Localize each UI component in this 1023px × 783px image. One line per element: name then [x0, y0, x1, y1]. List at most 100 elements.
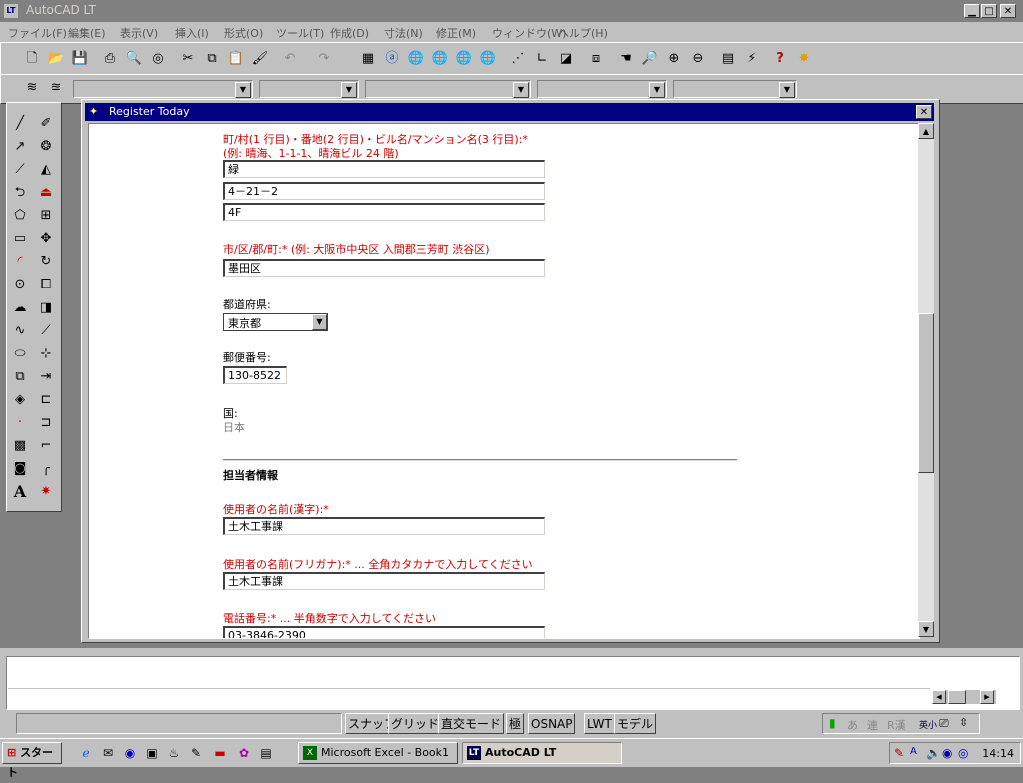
undo-icon[interactable]: ↶ [279, 48, 301, 70]
ime-menu-icon[interactable]: ⇳ [959, 716, 968, 729]
plotstyle-combo[interactable]: ▼ [673, 80, 797, 98]
spline-icon[interactable]: ∿ [9, 320, 31, 342]
menu-format[interactable]: 形式(O) [224, 25, 263, 41]
chevron-down-icon[interactable]: ▼ [779, 82, 795, 98]
chamfer-icon[interactable]: ⌐ [35, 435, 57, 457]
extend-icon[interactable]: ⇥ [35, 366, 57, 388]
postal-input[interactable]: 130-8522 [223, 366, 287, 384]
show-desktop-icon[interactable]: ▣ [144, 745, 160, 761]
wizard-icon[interactable]: ⚡ [741, 48, 763, 70]
minimize-button[interactable]: ▁ [964, 4, 980, 18]
ime-romaji-kanji[interactable]: R漢 [887, 717, 906, 733]
ime-conversion[interactable]: 連 [867, 717, 878, 733]
scroll-up-button[interactable]: ▲ [918, 123, 934, 139]
chevron-down-icon[interactable]: ▼ [513, 82, 529, 98]
quicklaunch-app-8-icon[interactable]: ✿ [236, 745, 252, 761]
quicklaunch-app-7-icon[interactable]: ▬ [212, 745, 228, 761]
maximize-button[interactable]: □ [981, 4, 997, 18]
hatch-icon[interactable]: ▩ [9, 435, 31, 457]
menu-tools[interactable]: ツール(T) [276, 25, 324, 41]
paste-icon[interactable]: 📋 [225, 48, 247, 70]
polyline-arc-icon[interactable]: ⮌ [9, 182, 31, 204]
redraw-icon[interactable]: ⧈ [585, 48, 607, 70]
outlook-express-icon[interactable]: ✉ [100, 745, 116, 761]
open-folder-icon[interactable]: 📂 [45, 48, 67, 70]
scale-icon[interactable]: ⧠ [35, 274, 57, 296]
address-line1-input[interactable]: 緑 [223, 160, 545, 178]
arc-icon[interactable]: ◜ [9, 251, 31, 273]
circle-icon[interactable]: ⊙ [9, 274, 31, 296]
menu-window[interactable]: ウィンドウ(W) [492, 25, 566, 41]
save-icon[interactable]: 💾 [69, 48, 91, 70]
print-icon[interactable]: ⎙ [99, 48, 121, 70]
array-icon[interactable]: ⊞ [35, 205, 57, 227]
match-properties-icon[interactable]: 🖌 [249, 48, 271, 70]
dialog-close-button[interactable]: ✕ [916, 105, 932, 119]
command-horizontal-scrollbar[interactable]: ◀ ▶ [932, 690, 996, 704]
task-excel[interactable]: X Microsoft Excel - Book1 [298, 742, 458, 764]
name-kanji-input[interactable]: 土木工事課 [223, 517, 545, 535]
scroll-thumb[interactable] [918, 313, 934, 473]
mirror-icon[interactable]: ◭ [35, 159, 57, 181]
text-icon[interactable]: A [9, 481, 31, 503]
ellipse-icon[interactable]: ⬭ [9, 343, 31, 365]
layer-previous-icon[interactable]: ≊ [45, 77, 67, 99]
lwt-toggle[interactable]: LWT [584, 713, 615, 734]
zoom-previous-icon[interactable]: ⊖ [687, 48, 709, 70]
ortho-toggle[interactable]: 直交モード [438, 713, 505, 734]
copy-icon[interactable]: ⧉ [201, 48, 223, 70]
linetype-combo[interactable]: ▼ [365, 80, 531, 98]
ime-hiragana[interactable]: あ [847, 717, 858, 733]
erase-icon[interactable]: ✐ [35, 113, 57, 135]
publish-icon[interactable]: ◎ [147, 48, 169, 70]
quicklaunch-app-5-icon[interactable]: ♨ [166, 745, 182, 761]
aerial-view-icon[interactable]: ◪ [555, 48, 577, 70]
menu-dimension[interactable]: 寸法(N) [384, 25, 423, 41]
rotate-icon[interactable]: ↻ [35, 251, 57, 273]
point-icon[interactable]: · [9, 412, 31, 434]
copy-object-icon[interactable]: ❂ [35, 136, 57, 158]
zoom-realtime-icon[interactable]: 🔎 [639, 48, 661, 70]
start-button[interactable]: ⊞ スタート [2, 742, 62, 779]
ime-pad-icon[interactable]: ⎚ [939, 716, 949, 731]
ime-alphanumeric[interactable]: 英小 [919, 718, 937, 731]
layer-combo[interactable]: ▼ [73, 80, 253, 98]
scroll-down-button[interactable]: ▼ [918, 621, 934, 637]
properties-icon[interactable]: ▤ [717, 48, 739, 70]
fillet-icon[interactable]: ╭ [35, 458, 57, 480]
color-combo[interactable]: ▼ [259, 80, 359, 98]
menu-insert[interactable]: 挿入(I) [175, 25, 209, 41]
move-icon[interactable]: ✥ [35, 228, 57, 250]
layers-icon[interactable]: ≋ [21, 77, 43, 99]
zoom-window-icon[interactable]: ⊕ [663, 48, 685, 70]
pen-icon[interactable]: ✎ [894, 746, 904, 760]
new-file-icon[interactable]: 🗋 [21, 48, 43, 70]
clock[interactable]: 14:14 [982, 747, 1014, 760]
menu-view[interactable]: 表示(V) [120, 25, 158, 41]
channels-icon[interactable]: ◉ [122, 745, 138, 761]
dialog-vertical-scrollbar[interactable]: ▲ ▼ [918, 123, 934, 637]
cut-icon[interactable]: ✂ [177, 48, 199, 70]
break-at-point-icon[interactable]: ⊐ [35, 412, 57, 434]
ray-icon[interactable]: ↗ [9, 136, 31, 158]
chevron-down-icon[interactable]: ▼ [341, 82, 357, 98]
polygon-icon[interactable]: ⬠ [9, 205, 31, 227]
scroll-right-icon[interactable]: ▶ [980, 690, 994, 704]
explode-icon[interactable]: ✷ [35, 481, 57, 503]
ucs-icon[interactable]: ∟ [531, 48, 553, 70]
region-icon[interactable]: ◙ [9, 458, 31, 480]
quicklaunch-app-6-icon[interactable]: ✎ [188, 745, 204, 761]
volume-icon[interactable]: 🔈 [926, 746, 941, 760]
stretch-icon[interactable]: ◨ [35, 297, 57, 319]
snap-icon[interactable]: ⋰ [507, 48, 529, 70]
name-kana-input[interactable]: 土木工事課 [223, 572, 545, 590]
scroll-left-icon[interactable]: ◀ [932, 690, 946, 704]
design-center-icon[interactable]: ▦ [357, 48, 379, 70]
polyline-icon[interactable]: ⟋ [9, 159, 31, 181]
autocad-app-icon[interactable]: LT [4, 4, 18, 18]
line-icon[interactable]: ╱ [9, 113, 31, 135]
model-toggle[interactable]: モデル [614, 713, 657, 734]
chevron-down-icon[interactable]: ▼ [649, 82, 665, 98]
pan-icon[interactable]: ☚ [615, 48, 637, 70]
prefecture-select[interactable]: 東京都 ▼ [223, 313, 328, 331]
